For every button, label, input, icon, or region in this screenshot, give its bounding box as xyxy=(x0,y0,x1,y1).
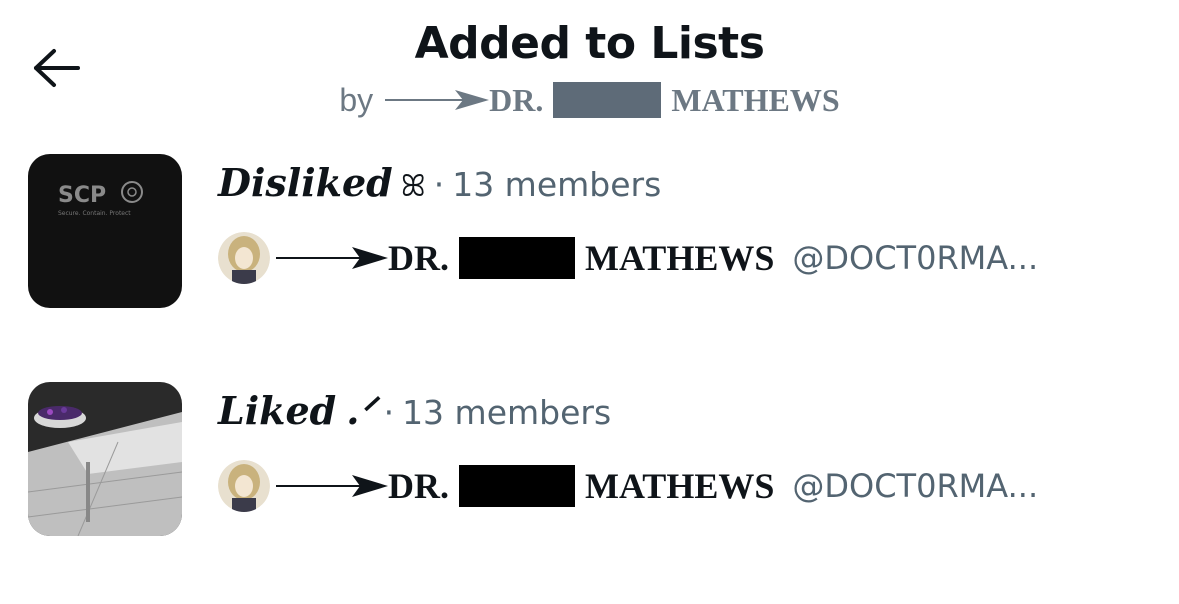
owner-handle: @DOCT0RMA... xyxy=(792,467,1039,505)
owner-name-suffix: MATHEWS xyxy=(585,466,775,506)
list-thumbnail xyxy=(28,382,182,536)
arrow-decoration-icon xyxy=(276,246,388,270)
list-item[interactable]: SCP Secure. Contain. Protect Disliked ꕤ … xyxy=(28,154,1148,310)
list-name: Liked xyxy=(218,388,337,433)
owner-name-suffix: MATHEWS xyxy=(585,238,775,278)
list-name-symbol: .ᐟ xyxy=(346,388,376,433)
owner-row: DR. MATHEWS @DOCT0RMA... xyxy=(218,460,1038,512)
by-label: by xyxy=(339,82,374,118)
member-count: 13 members xyxy=(402,393,612,432)
member-count: 13 members xyxy=(452,165,662,204)
arrow-decoration-icon xyxy=(276,474,388,498)
redaction-bar xyxy=(459,465,575,507)
separator-dot: · xyxy=(433,165,445,204)
owner-name-prefix: DR. xyxy=(388,466,449,506)
scp-thumb-subtext: Secure. Contain. Protect xyxy=(58,210,131,217)
list-item[interactable]: Liked .ᐟ · 13 members DR. MATHEWS @DOCT0… xyxy=(28,382,1148,538)
list-name-symbol: ꕤ xyxy=(400,169,426,204)
redaction-bar xyxy=(553,82,662,118)
scp-thumb-text: SCP xyxy=(58,183,106,208)
separator-dot: · xyxy=(383,393,395,432)
list-name-row: Disliked ꕤ · 13 members xyxy=(218,160,661,205)
page-title: Added to Lists xyxy=(414,18,765,69)
author-prefix: DR. xyxy=(489,82,544,118)
list-name: Disliked xyxy=(218,160,393,205)
author-suffix: MATHEWS xyxy=(671,82,840,118)
list-thumbnail: SCP Secure. Contain. Protect xyxy=(28,154,182,308)
owner-row: DR. MATHEWS @DOCT0RMA... xyxy=(218,232,1038,284)
list-name-row: Liked .ᐟ · 13 members xyxy=(218,388,611,433)
redaction-bar xyxy=(459,237,575,279)
owner-name-prefix: DR. xyxy=(388,238,449,278)
byline: by DR. MATHEWS xyxy=(0,80,1179,120)
header: Added to Lists by DR. MATHEWS xyxy=(0,14,1179,120)
arrow-decoration-icon xyxy=(385,89,490,111)
avatar xyxy=(218,232,270,284)
owner-handle: @DOCT0RMA... xyxy=(792,239,1039,277)
avatar xyxy=(218,460,270,512)
